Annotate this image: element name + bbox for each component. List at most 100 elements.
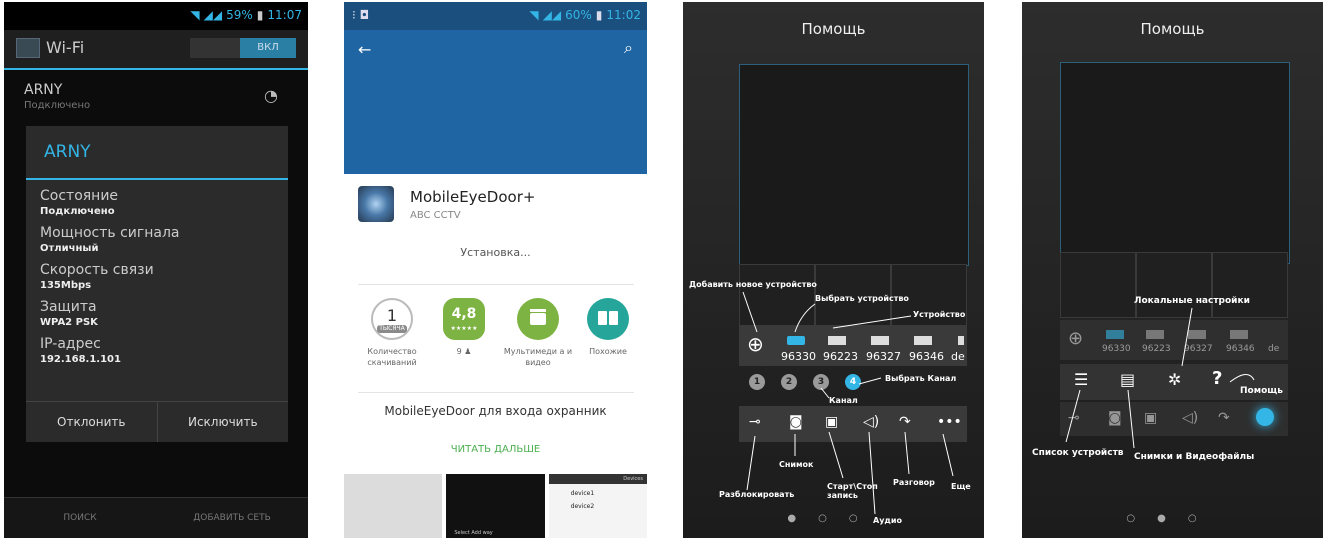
annotation: Список устройств xyxy=(1032,448,1124,458)
info-label: IP-адрес xyxy=(40,336,101,352)
annotation: Разблокировать xyxy=(719,490,795,499)
screenshot-item: device1 xyxy=(570,490,595,497)
clock: 11:02 xyxy=(606,8,641,22)
annotation: Выбрать устройство xyxy=(815,294,909,303)
battery-percent: 60% xyxy=(565,8,592,22)
annotation: Выбрать Канал xyxy=(885,374,957,383)
info-value: 135Mbps xyxy=(40,280,92,291)
battery-icon: ▮ xyxy=(256,8,264,22)
info-row: Защита WPA2 PSK xyxy=(26,299,288,328)
battery-percent: 59% xyxy=(226,8,253,22)
info-row: IP-адрес 192.168.1.101 xyxy=(26,336,288,365)
screenshot-item: device2 xyxy=(570,503,595,510)
annotation: Помощь xyxy=(1240,386,1283,396)
status-bar: ◥ ◢◢ 59% ▮ 11:07 xyxy=(4,2,308,30)
network-name[interactable]: ARNY xyxy=(24,82,62,98)
screenshot-thumb[interactable]: Select Add way xyxy=(446,474,545,538)
wifi-signal-icon: ◥ xyxy=(190,8,200,22)
annotation: Снимки и Видеофайлы xyxy=(1134,452,1255,462)
battery-icon: ▮ xyxy=(595,8,603,22)
screenshots-strip[interactable]: Select Add way Devices device1 device2 xyxy=(344,474,647,538)
annotation: Добавить новое устройство xyxy=(689,280,817,289)
annotation: Еще xyxy=(951,482,971,491)
read-more-link[interactable]: ЧИТАТЬ ДАЛЬШЕ xyxy=(344,444,647,455)
cards-icon xyxy=(587,298,629,340)
screenshot-thumb[interactable] xyxy=(344,474,443,538)
downloads-value: 1 xyxy=(386,306,398,325)
network-status: Подключено xyxy=(24,100,91,111)
notification-icon: ⁝ ◘ xyxy=(352,8,370,22)
divider xyxy=(358,284,634,285)
install-status: Установка... xyxy=(460,246,531,259)
app-description: MobileEyeDoor для входа охранник xyxy=(384,404,607,418)
annotation: Устройство xyxy=(913,310,966,319)
rating-badge: 4,8 ★★★★★ xyxy=(443,298,485,340)
category-caption: Мультимеди а и видео xyxy=(503,347,573,367)
search-icon[interactable]: ⌕ xyxy=(624,38,633,58)
info-label: Мощность сигнала xyxy=(40,225,180,241)
screenshot-caption: Select Add way xyxy=(454,530,493,536)
play-store-screen: ⁝ ◘ ◥ ◢◢ 60% ▮ 11:02 ← ⌕ MobileEyeDoor+ … xyxy=(344,2,647,538)
page-indicator: ●○○ xyxy=(787,513,880,524)
add-network-button[interactable]: ДОБАВИТЬ СЕТЬ xyxy=(156,498,308,538)
info-value: 192.168.1.101 xyxy=(40,354,121,365)
cell-signal-icon: ◢◢ xyxy=(542,8,562,22)
app-bar: Wi-Fi ВКЛ xyxy=(4,30,308,70)
similar-caption: Похожие xyxy=(589,347,627,356)
info-row: Скорость связи 135Mbps xyxy=(26,262,288,291)
dismiss-button[interactable]: Отклонить xyxy=(26,402,158,442)
annotation: Снимок xyxy=(779,460,814,469)
annotation-arrows xyxy=(742,291,954,515)
app-icon xyxy=(358,186,394,222)
app-header: ← ⌕ xyxy=(344,30,647,174)
category-stat[interactable]: Мультимеди а и видео xyxy=(502,298,574,368)
screenshot-thumb[interactable]: Devices device1 device2 xyxy=(548,474,647,538)
help-screen-controls: Помощь ⊕ 96330 96223 96327 96346 de 1 2 … xyxy=(683,2,984,538)
cell-signal-icon: ◢◢ xyxy=(203,8,223,22)
info-label: Скорость связи xyxy=(40,262,154,278)
rating-stat: 4,8 ★★★★★ 9 ♟ xyxy=(428,298,500,357)
help-screen-menu: Помощь ⊕ 96330 96223 96327 96346 de ☰ ▤ … xyxy=(1022,2,1323,538)
scan-button[interactable]: ПОИСК xyxy=(4,498,156,538)
status-bar: ⁝ ◘ ◥ ◢◢ 60% ▮ 11:02 xyxy=(344,2,647,30)
clapper-icon xyxy=(517,298,559,340)
forget-button[interactable]: Исключить xyxy=(158,402,289,442)
downloads-badge: 1 ТЫСЯЧА xyxy=(371,298,413,340)
dialog-buttons: Отклонить Исключить xyxy=(26,401,288,442)
annotation: Канал xyxy=(829,396,858,405)
info-row: Состояние Подключено xyxy=(26,188,288,217)
annotation: Локальные настройки xyxy=(1134,296,1250,306)
info-value: Подключено xyxy=(40,206,115,217)
info-label: Защита xyxy=(40,299,97,315)
downloads-stat: 1 ТЫСЯЧА Количество скачиваний xyxy=(356,298,428,368)
similar-stat[interactable]: Похожие xyxy=(572,298,644,357)
toggle-label: ВКЛ xyxy=(240,38,296,58)
wifi-settings-icon xyxy=(16,38,40,58)
rating-value: 4,8 xyxy=(451,306,477,322)
wifi-strength-icon: ◔ xyxy=(264,86,278,105)
clock: 11:07 xyxy=(267,8,302,22)
info-row: Мощность сигнала Отличный xyxy=(26,225,288,254)
app-developer[interactable]: ABC CCTV xyxy=(410,210,461,221)
page-indicator: ○●○ xyxy=(1126,513,1219,524)
dialog-title: ARNY xyxy=(26,126,288,180)
network-dialog: ARNY Состояние Подключено Мощность сигна… xyxy=(26,126,288,442)
rating-stars: ★★★★★ xyxy=(450,325,478,332)
bottom-actions: ПОИСК ДОБАВИТЬ СЕТЬ xyxy=(4,497,308,538)
annotation: Старт\Стоп запись xyxy=(827,482,878,500)
downloads-unit: ТЫСЯЧА xyxy=(377,325,407,333)
info-value: Отличный xyxy=(40,243,99,254)
screenshot-header: Devices xyxy=(548,474,647,484)
downloads-caption: Количество скачиваний xyxy=(367,347,417,367)
back-arrow-icon[interactable]: ← xyxy=(358,40,371,59)
wifi-settings-screen: ◥ ◢◢ 59% ▮ 11:07 Wi-Fi ВКЛ ARNY Подключе… xyxy=(4,2,308,538)
app-name: MobileEyeDoor+ xyxy=(410,188,536,206)
divider xyxy=(358,392,634,393)
wifi-toggle[interactable]: ВКЛ xyxy=(190,38,296,58)
rating-caption: 9 ♟ xyxy=(456,347,472,356)
annotation: Разговор xyxy=(893,478,935,487)
page-title: Wi-Fi xyxy=(46,38,85,57)
info-label: Состояние xyxy=(40,188,119,204)
info-value: WPA2 PSK xyxy=(40,317,98,328)
wifi-signal-icon: ◥ xyxy=(529,8,539,22)
